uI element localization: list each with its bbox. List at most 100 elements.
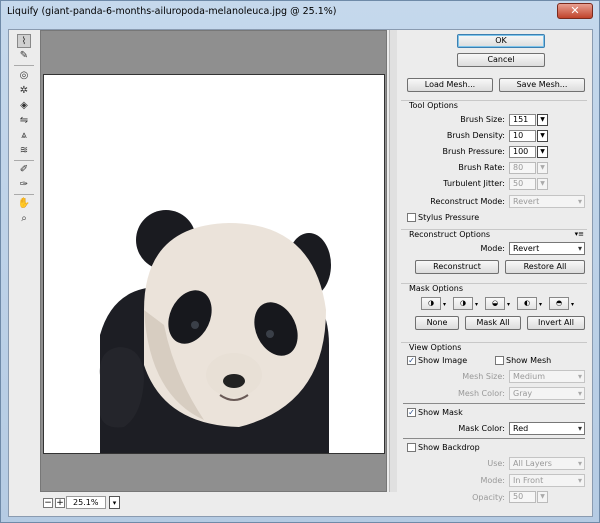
brush-rate-label: Brush Rate: bbox=[458, 163, 505, 172]
mask-all-button[interactable]: Mask All bbox=[465, 316, 521, 330]
stylus-pressure-label: Stylus Pressure bbox=[418, 213, 480, 222]
show-image-label: Show Image bbox=[418, 356, 468, 365]
zoom-bar: − + 25.1% ▾ bbox=[40, 494, 387, 514]
divider bbox=[403, 403, 585, 404]
mesh-color-label: Mesh Color: bbox=[457, 389, 505, 398]
twirl-clockwise-icon[interactable]: ◎ bbox=[17, 69, 31, 83]
ok-button[interactable]: OK bbox=[457, 34, 545, 48]
hand-icon[interactable]: ✋ bbox=[17, 197, 31, 211]
zoom-out-button[interactable]: − bbox=[43, 498, 53, 508]
reconstruct-mode-label-2: Mode: bbox=[480, 244, 506, 253]
push-left-icon[interactable]: ⇋ bbox=[17, 114, 31, 128]
zoom-dropdown[interactable]: ▾ bbox=[109, 496, 120, 509]
chevron-down-icon[interactable]: ▾ bbox=[443, 301, 446, 308]
tool-separator bbox=[14, 65, 34, 66]
tool-separator bbox=[14, 160, 34, 161]
options-panel: OK Cancel Load Mesh... Save Mesh... Tool… bbox=[399, 30, 592, 516]
use-select: All Layers bbox=[509, 457, 585, 470]
reconstruct-icon[interactable]: ✎ bbox=[17, 49, 31, 63]
reconstruct-options-title: Reconstruct Options bbox=[409, 230, 491, 239]
chevron-down-icon[interactable]: ▾ bbox=[539, 301, 542, 308]
turbulent-jitter-field: 50 bbox=[509, 178, 536, 190]
stylus-pressure-checkbox[interactable] bbox=[407, 213, 416, 222]
freeze-mask-icon[interactable]: ✐ bbox=[17, 163, 31, 177]
forward-warp-icon[interactable]: ⌇ bbox=[17, 34, 31, 48]
title-bar[interactable]: Liquify (giant-panda-6-months-ailuropoda… bbox=[1, 1, 599, 23]
zoom-in-button[interactable]: + bbox=[55, 498, 65, 508]
brush-density-label: Brush Density: bbox=[446, 131, 505, 140]
brush-pressure-field[interactable]: 100 bbox=[509, 146, 536, 158]
backdrop-mode-select: In Front bbox=[509, 474, 585, 487]
brush-size-label: Brush Size: bbox=[460, 115, 505, 124]
invert-all-button[interactable]: Invert All bbox=[527, 316, 585, 330]
reconstruct-options-group: Reconstruct Options ▾≡ Mode: Revert Reco… bbox=[401, 229, 587, 279]
brush-density-dropdown[interactable]: ▼ bbox=[537, 130, 548, 142]
turbulent-jitter-dropdown: ▼ bbox=[537, 178, 548, 190]
opacity-label: Opacity: bbox=[472, 493, 505, 502]
show-image-checkbox[interactable]: ✓ bbox=[407, 356, 416, 365]
mesh-size-label: Mesh Size: bbox=[462, 372, 505, 381]
reconstruct-button[interactable]: Reconstruct bbox=[415, 260, 499, 274]
image-canvas[interactable] bbox=[43, 74, 385, 454]
intersect-selection-icon[interactable]: ◐ bbox=[517, 297, 537, 310]
preview-area bbox=[40, 30, 387, 492]
mask-none-button[interactable]: None bbox=[415, 316, 459, 330]
brush-size-field[interactable]: 151 bbox=[509, 114, 536, 126]
dialog-client: ⌇ ✎ ◎ ✲ ◈ ⇋ ⩓ ≋ ✐ ✑ ✋ ⌕ − + 25.1% ▾ OK C… bbox=[8, 29, 593, 517]
tool-separator bbox=[14, 194, 34, 195]
opacity-field: 50 bbox=[509, 491, 536, 503]
mask-color-select[interactable]: Red bbox=[509, 422, 585, 435]
brush-pressure-label: Brush Pressure: bbox=[442, 147, 505, 156]
brush-density-field[interactable]: 10 bbox=[509, 130, 536, 142]
window-title: Liquify (giant-panda-6-months-ailuropoda… bbox=[7, 6, 337, 17]
reconstruct-mode-select: Revert bbox=[509, 195, 585, 208]
chevron-down-icon[interactable]: ▾ bbox=[475, 301, 478, 308]
show-mask-label: Show Mask bbox=[418, 408, 463, 417]
subtract-from-selection-icon[interactable]: ◒ bbox=[485, 297, 505, 310]
view-options-title: View Options bbox=[409, 343, 462, 352]
brush-size-dropdown[interactable]: ▼ bbox=[537, 114, 548, 126]
cancel-button[interactable]: Cancel bbox=[457, 53, 545, 67]
chevron-down-icon[interactable]: ▾ bbox=[571, 301, 574, 308]
add-to-selection-icon[interactable]: ◑ bbox=[453, 297, 473, 310]
reconstruct-mode-label: Reconstruct Mode: bbox=[430, 197, 505, 206]
backdrop-mode-label: Mode: bbox=[480, 476, 506, 485]
panel-menu-icon[interactable]: ▾≡ bbox=[575, 230, 584, 238]
save-mesh-button[interactable]: Save Mesh... bbox=[499, 78, 585, 92]
zoom-icon[interactable]: ⌕ bbox=[17, 212, 31, 226]
brush-rate-dropdown: ▼ bbox=[537, 162, 548, 174]
load-mesh-button[interactable]: Load Mesh... bbox=[407, 78, 493, 92]
liquify-window: Liquify (giant-panda-6-months-ailuropoda… bbox=[0, 0, 600, 523]
bloat-icon[interactable]: ◈ bbox=[17, 99, 31, 113]
tool-options-title: Tool Options bbox=[409, 101, 458, 110]
zoom-level-field[interactable]: 25.1% bbox=[66, 496, 106, 509]
chevron-down-icon[interactable]: ▾ bbox=[507, 301, 510, 308]
view-options-group: View Options ✓ Show Image Show Mesh Mesh… bbox=[401, 342, 587, 514]
replace-selection-icon[interactable]: ◑ bbox=[421, 297, 441, 310]
show-mesh-label: Show Mesh bbox=[506, 356, 552, 365]
mirror-icon[interactable]: ⩓ bbox=[17, 129, 31, 143]
show-backdrop-label: Show Backdrop bbox=[418, 443, 480, 452]
mask-mode-buttons: ◑ ▾ ◑ ▾ ◒ ▾ ◐ ▾ ◓ ▾ bbox=[421, 297, 581, 311]
mask-options-title: Mask Options bbox=[409, 284, 464, 293]
mesh-size-select: Medium bbox=[509, 370, 585, 383]
turbulent-jitter-label: Turbulent Jitter: bbox=[443, 179, 505, 188]
reconstruct-mode-select-2[interactable]: Revert bbox=[509, 242, 585, 255]
brush-pressure-dropdown[interactable]: ▼ bbox=[537, 146, 548, 158]
mask-options-group: Mask Options ◑ ▾ ◑ ▾ ◒ ▾ ◐ ▾ ◓ ▾ None Ma… bbox=[401, 283, 587, 339]
show-mask-checkbox[interactable]: ✓ bbox=[407, 408, 416, 417]
divider bbox=[403, 438, 585, 439]
opacity-dropdown: ▼ bbox=[537, 491, 548, 503]
close-button[interactable]: ✕ bbox=[557, 3, 593, 19]
thaw-mask-icon[interactable]: ✑ bbox=[17, 178, 31, 192]
pucker-icon[interactable]: ✲ bbox=[17, 84, 31, 98]
restore-all-button[interactable]: Restore All bbox=[505, 260, 585, 274]
vertical-scrollbar[interactable] bbox=[389, 30, 397, 492]
tool-options-group: Tool Options Brush Size: 151 ▼ Brush Den… bbox=[401, 100, 587, 226]
show-mesh-checkbox[interactable] bbox=[495, 356, 504, 365]
turbulence-icon[interactable]: ≋ bbox=[17, 144, 31, 158]
invert-selection-icon[interactable]: ◓ bbox=[549, 297, 569, 310]
show-backdrop-checkbox[interactable] bbox=[407, 443, 416, 452]
brush-rate-field: 80 bbox=[509, 162, 536, 174]
mesh-color-select: Gray bbox=[509, 387, 585, 400]
